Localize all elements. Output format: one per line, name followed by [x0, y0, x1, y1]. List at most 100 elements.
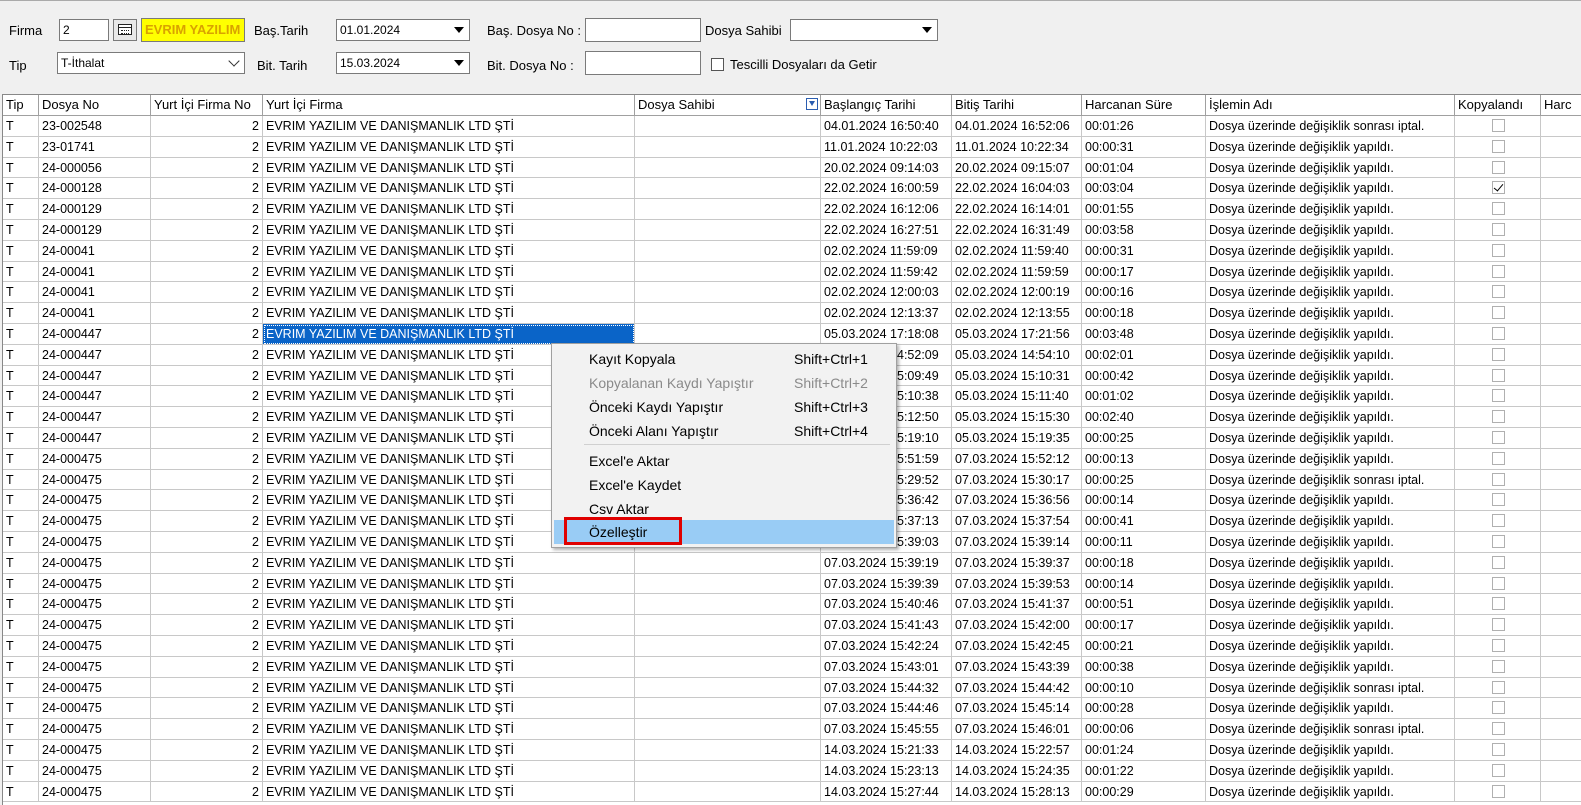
- grid-cell-harc[interactable]: [1541, 490, 1581, 512]
- grid-cell-bas[interactable]: 14.03.2024 15:23:13: [821, 760, 952, 782]
- grid-cell-tip[interactable]: T: [3, 448, 39, 470]
- table-row[interactable]: T 24-000475 2 EVRIM YAZILIM VE DANIŞMANLIK …: [3, 781, 1581, 803]
- grid-cell-bit[interactable]: 07.03.2024 15:30:17: [952, 469, 1082, 491]
- grid-cell-fno[interactable]: 2: [151, 365, 263, 387]
- menu-item-kopyalanan-yapistir[interactable]: Kopyalanan Kaydı Yapıştır Shift+Ctrl+2: [554, 371, 894, 395]
- grid-cell-tip[interactable]: T: [3, 282, 39, 304]
- grid-cell-bit[interactable]: 05.03.2024 15:15:30: [952, 407, 1082, 428]
- grid-cell-tip[interactable]: T: [3, 760, 39, 782]
- grid-cell-firma[interactable]: EVRIM YAZILIM VE DANIŞMANLIK LTD ŞTİ: [263, 116, 635, 137]
- grid-cell-islem[interactable]: Dosya üzerinde değişiklik yapıldı.: [1206, 490, 1455, 512]
- grid-cell-firma[interactable]: EVRIM YAZILIM VE DANIŞMANLIK LTD ŞTİ: [263, 573, 635, 595]
- col-header-firma[interactable]: Yurt İçi Firma: [263, 95, 635, 116]
- table-row[interactable]: T 24-00041 2 EVRIM YAZILIM VE DANIŞMANLIK L…: [3, 303, 1581, 324]
- grid-cell-sahibi[interactable]: [635, 136, 821, 158]
- grid-cell-bit[interactable]: 02.02.2024 12:00:19: [952, 282, 1082, 304]
- grid-cell-dosya[interactable]: 24-000475: [39, 698, 151, 720]
- table-row[interactable]: T 24-000447 2 EVRIM YAZILIM VE DANIŞMANLIK …: [3, 323, 1581, 345]
- grid-cell-tip[interactable]: T: [3, 219, 39, 241]
- grid-cell-islem[interactable]: Dosya üzerinde değişiklik yapıldı.: [1206, 157, 1455, 179]
- grid-cell-fno[interactable]: 2: [151, 490, 263, 512]
- grid-cell-dosya[interactable]: 24-00041: [39, 261, 151, 283]
- checkbox-icon[interactable]: [1492, 742, 1505, 756]
- grid-cell-sahibi[interactable]: [635, 573, 821, 595]
- grid-cell-bit[interactable]: 02.02.2024 11:59:40: [952, 240, 1082, 262]
- grid-cell-fno[interactable]: 2: [151, 635, 263, 657]
- grid-cell-bas[interactable]: 22.02.2024 16:12:06: [821, 199, 952, 220]
- grid-cell-dosya[interactable]: 24-000475: [39, 573, 151, 595]
- grid-cell-bas[interactable]: 22.02.2024 16:00:59: [821, 178, 952, 200]
- menu-item-onceki-kayit[interactable]: Önceki Kaydı Yapıştır Shift+Ctrl+3: [554, 395, 894, 419]
- grid-cell-harc[interactable]: [1541, 407, 1581, 428]
- grid-cell-bas[interactable]: 07.03.2024 15:44:32: [821, 677, 952, 699]
- menu-item-excel-aktar[interactable]: Excel'e Aktar: [554, 449, 894, 473]
- grid-cell-harc[interactable]: [1541, 470, 1581, 491]
- grid-cell-sure[interactable]: 00:01:24: [1082, 739, 1206, 761]
- grid-cell-harc[interactable]: [1541, 116, 1581, 137]
- grid-cell-dosya[interactable]: 24-000475: [39, 615, 151, 636]
- grid-cell-firma[interactable]: EVRIM YAZILIM VE DANIŞMANLIK LTD ŞTİ: [263, 594, 635, 616]
- grid-cell-islem[interactable]: Dosya üzerinde değişiklik yapıldı.: [1206, 240, 1455, 262]
- table-row[interactable]: T 24-000128 2 EVRIM YAZILIM VE DANIŞMANLIK …: [3, 178, 1581, 200]
- grid-cell-firma[interactable]: EVRIM YAZILIM VE DANIŞMANLIK LTD ŞTİ: [263, 136, 635, 158]
- grid-cell-dosya[interactable]: 24-000056: [39, 157, 151, 179]
- grid-cell-fno[interactable]: 2: [151, 552, 263, 574]
- grid-cell-sure[interactable]: 00:00:31: [1082, 136, 1206, 158]
- grid-cell-islem[interactable]: Dosya üzerinde değişiklik yapıldı.: [1206, 573, 1455, 595]
- grid-cell-dosya[interactable]: 24-00041: [39, 240, 151, 262]
- grid-cell-fno[interactable]: 2: [151, 677, 263, 699]
- grid-cell-harc[interactable]: [1541, 657, 1581, 678]
- grid-cell-firma[interactable]: EVRIM YAZILIM VE DANIŞMANLIK LTD ŞTİ: [263, 615, 635, 636]
- grid-cell-firma[interactable]: EVRIM YAZILIM VE DANIŞMANLIK LTD ŞTİ: [263, 323, 635, 345]
- checkbox-icon[interactable]: [1492, 264, 1505, 278]
- grid-cell-islem[interactable]: Dosya üzerinde değişiklik yapıldı.: [1206, 261, 1455, 283]
- grid-cell-harc[interactable]: [1541, 594, 1581, 616]
- grid-cell-bit[interactable]: 05.03.2024 15:11:40: [952, 386, 1082, 408]
- checkbox-icon[interactable]: [1492, 638, 1505, 652]
- grid-cell-islem[interactable]: Dosya üzerinde değişiklik yapıldı.: [1206, 282, 1455, 304]
- col-header-kopyalandi[interactable]: Kopyalandı: [1455, 95, 1541, 116]
- table-row[interactable]: T 24-000475 2 EVRIM YAZILIM VE DANIŞMANLIK …: [3, 615, 1581, 636]
- grid-cell-sahibi[interactable]: [635, 240, 821, 262]
- table-row[interactable]: T 24-00041 2 EVRIM YAZILIM VE DANIŞMANLIK L…: [3, 261, 1581, 283]
- grid-cell-firma[interactable]: EVRIM YAZILIM VE DANIŞMANLIK LTD ŞTİ: [263, 656, 635, 678]
- grid-cell-fno[interactable]: 2: [151, 469, 263, 491]
- grid-cell-harc[interactable]: [1541, 740, 1581, 761]
- grid-cell-sahibi[interactable]: [635, 719, 821, 740]
- table-row[interactable]: T 24-000475 2 EVRIM YAZILIM VE DANIŞMANLIK …: [3, 739, 1581, 761]
- grid-cell-bit[interactable]: 07.03.2024 15:41:37: [952, 594, 1082, 616]
- grid-cell-harc[interactable]: [1541, 511, 1581, 532]
- grid-cell-sure[interactable]: 00:00:18: [1082, 552, 1206, 574]
- grid-cell-islem[interactable]: Dosya üzerinde değişiklik yapıldı.: [1206, 427, 1455, 449]
- checkbox-icon[interactable]: [1492, 202, 1505, 216]
- grid-cell-tip[interactable]: T: [3, 511, 39, 532]
- grid-cell-firma[interactable]: EVRIM YAZILIM VE DANIŞMANLIK LTD ŞTİ: [263, 261, 635, 283]
- grid-cell-tip[interactable]: T: [3, 240, 39, 262]
- grid-cell-fno[interactable]: 2: [151, 760, 263, 782]
- grid-cell-bas[interactable]: 14.03.2024 15:27:44: [821, 781, 952, 803]
- grid-cell-islem[interactable]: Dosya üzerinde değişiklik yapıldı.: [1206, 344, 1455, 366]
- table-row[interactable]: T 24-00041 2 EVRIM YAZILIM VE DANIŞMANLIK L…: [3, 240, 1581, 262]
- grid-cell-islem[interactable]: Dosya üzerinde değişiklik yapıldı.: [1206, 323, 1455, 345]
- grid-cell-tip[interactable]: T: [3, 573, 39, 595]
- grid-cell-fno[interactable]: 2: [151, 323, 263, 345]
- grid-cell-dosya[interactable]: 24-000447: [39, 407, 151, 428]
- grid-cell-tip[interactable]: T: [3, 469, 39, 491]
- grid-cell-islem[interactable]: Dosya üzerinde değişiklik sonrası iptal.: [1206, 677, 1455, 699]
- grid-cell-tip[interactable]: T: [3, 739, 39, 761]
- grid-cell-sure[interactable]: 00:00:21: [1082, 635, 1206, 657]
- menu-item-kayit-kopyala[interactable]: Kayıt Kopyala Shift+Ctrl+1: [554, 347, 894, 371]
- grid-cell-harc[interactable]: [1541, 345, 1581, 366]
- grid-cell-sahibi[interactable]: [635, 282, 821, 304]
- grid-cell-islem[interactable]: Dosya üzerinde değişiklik yapıldı.: [1206, 656, 1455, 678]
- grid-cell-fno[interactable]: 2: [151, 261, 263, 283]
- checkbox-icon[interactable]: [1492, 763, 1505, 777]
- grid-cell-sahibi[interactable]: [635, 552, 821, 574]
- grid-cell-islem[interactable]: Dosya üzerinde değişiklik sonrası iptal.: [1206, 719, 1455, 740]
- grid-cell-fno[interactable]: 2: [151, 739, 263, 761]
- grid-cell-bit[interactable]: 14.03.2024 15:22:57: [952, 739, 1082, 761]
- grid-cell-sure[interactable]: 00:00:13: [1082, 448, 1206, 470]
- grid-cell-bit[interactable]: 07.03.2024 15:39:37: [952, 552, 1082, 574]
- tip-select[interactable]: T-İthalat: [57, 52, 245, 74]
- checkbox-icon[interactable]: [1492, 472, 1505, 486]
